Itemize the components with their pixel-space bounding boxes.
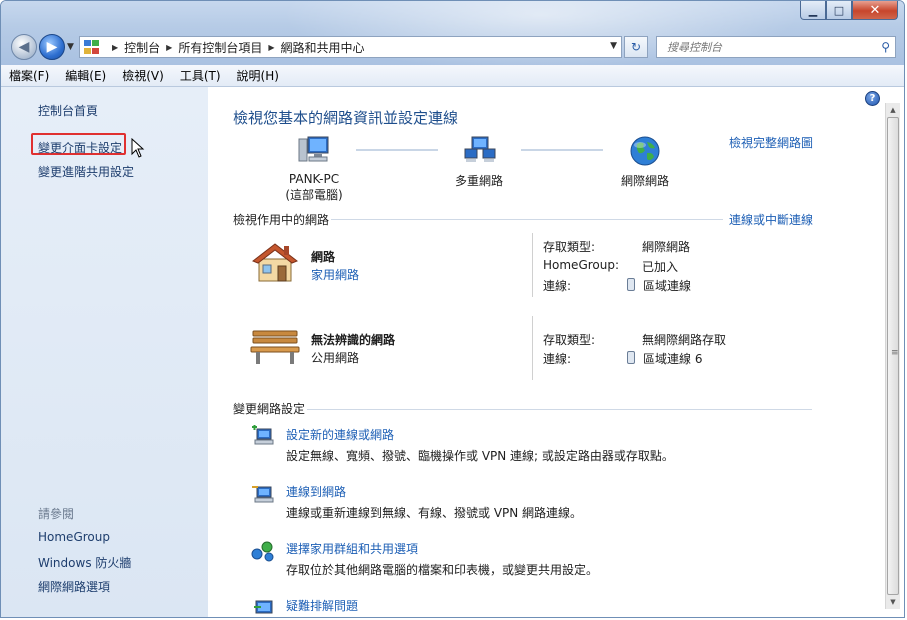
network-type-link[interactable]: 家用網路 [311,266,359,283]
section-divider [331,219,723,220]
close-icon: ✕ [869,2,881,18]
local-connection-link[interactable]: 區域連線 [627,277,691,294]
local-connection-6-text: 區域連線 6 [643,352,703,366]
breadcrumb-arrow-icon[interactable]: ▶ [112,43,118,52]
breadcrumb-arrow-icon[interactable]: ▶ [268,43,274,52]
mouse-cursor-icon [131,138,145,158]
node-this-computer: PANK-PC (這部電腦) [269,172,359,203]
minimize-button[interactable]: ▁ [800,1,826,20]
ethernet-icon [627,278,635,291]
caption-buttons: ▁ □ ✕ [800,1,898,20]
node-label: PANK-PC [288,172,340,186]
house-icon [252,243,298,282]
minimize-icon: ▁ [808,3,818,17]
breadcrumb-control-panel[interactable]: 控制台 [124,39,160,56]
control-panel-icon [84,40,100,54]
window: ▁ □ ✕ ◀ ▶ ▼ ▶ 控制台 ▶ 所有控制台項目 ▶ 網路和共用中心 ▼ … [0,0,905,618]
page-title: 檢視您基本的網路資訊並設定連線 [233,109,459,127]
scroll-up-icon[interactable]: ▲ [886,103,900,117]
node-multiple-networks: 多重網路 [434,172,524,189]
access-type-label: 存取類型: [543,240,596,254]
connect-to-network-link[interactable]: 連線到網路 [286,483,346,500]
homegroup-label: HomeGroup: [543,258,620,272]
node-internet: 網際網路 [600,172,690,189]
network-type: 公用網路 [311,351,360,365]
arrow-right-icon: ▶ [46,39,58,55]
back-button[interactable]: ◀ [11,34,37,60]
park-bench-icon [250,330,300,364]
access-type-value: 網際網路 [642,240,691,254]
homegroup-joined-link[interactable]: 已加入 [642,258,678,275]
internet-options-link[interactable]: 網際網路選項 [38,578,110,595]
connect-network-icon [252,486,274,503]
column-divider [532,233,533,297]
computer-icon [298,136,329,162]
view-full-map-link[interactable]: 檢視完整網路圖 [729,134,813,151]
change-settings-heading: 變更網路設定 [233,402,306,416]
search-box[interactable]: ⚲ [656,36,896,58]
scroll-down-icon[interactable]: ▼ [886,595,900,609]
globe-icon [630,136,660,166]
refresh-icon: ↻ [630,40,642,54]
access-type-label: 存取類型: [543,333,596,347]
local-connection-6-link[interactable]: 區域連線 6 [627,350,702,367]
maximize-button[interactable]: □ [826,1,852,20]
breadcrumb-arrow-icon[interactable]: ▶ [166,43,172,52]
breadcrumb-all-items[interactable]: 所有控制台項目 [178,39,262,56]
homegroup-icon [251,541,274,562]
task-description: 連線或重新連線到無線、有線、撥號或 VPN 網路連線。 [286,506,583,520]
breadcrumb-network-center[interactable]: 網路和共用中心 [281,39,365,56]
network-name: 無法辨識的網路 [311,333,396,347]
setup-new-connection-link[interactable]: 設定新的連線或網路 [286,426,394,443]
windows-firewall-link[interactable]: Windows 防火牆 [38,554,131,571]
task-description: 存取位於其他網路電腦的檔案和印表機，或變更共用設定。 [286,563,599,577]
menu-edit[interactable]: 編輯(E) [57,67,114,84]
menu-tools[interactable]: 工具(T) [172,67,229,84]
scroll-thumb[interactable]: ≡ [887,117,899,595]
homegroup-sharing-options-link[interactable]: 選擇家用群組和共用選項 [286,540,418,557]
local-connection-text: 區域連線 [643,279,692,293]
troubleshoot-problems-link[interactable]: 疑難排解問題 [286,597,358,614]
arrow-left-icon: ◀ [18,39,30,55]
close-button[interactable]: ✕ [852,1,898,20]
maximize-icon: □ [833,3,845,17]
network-name: 網路 [311,250,336,264]
connection-label: 連線: [543,352,572,366]
refresh-button[interactable]: ↻ [624,36,648,58]
node-label: 多重網路 [454,174,503,188]
active-networks-heading: 檢視作用中的網路 [233,213,330,227]
address-dropdown-icon[interactable]: ▼ [610,41,617,51]
troubleshoot-icon [254,600,273,614]
multiple-networks-icon [464,136,496,162]
change-adapter-settings-link[interactable]: 變更介面卡設定 [38,139,122,156]
search-icon[interactable]: ⚲ [881,40,890,54]
menu-file[interactable]: 檔案(F) [1,67,57,84]
connection-label: 連線: [543,279,572,293]
node-sublabel: (這部電腦) [285,188,343,202]
connection-line [356,149,438,151]
chevron-down-icon: ▼ [67,42,74,52]
access-type-value: 無網際網路存取 [642,333,727,347]
connection-line [521,149,603,151]
forward-button[interactable]: ▶ [39,34,65,60]
new-connection-icon [252,425,274,445]
homegroup-link[interactable]: HomeGroup [38,530,110,544]
task-description: 設定無線、寬頻、撥號、臨機操作或 VPN 連線; 或設定路由器或存取點。 [286,449,674,463]
help-icon[interactable]: ? [865,91,880,106]
vertical-scrollbar[interactable]: ▲ ≡ ▼ [885,103,900,609]
recent-pages-dropdown[interactable]: ▼ [67,42,74,52]
address-bar[interactable]: ▶ 控制台 ▶ 所有控制台項目 ▶ 網路和共用中心 ▼ [79,36,622,58]
menu-bar: 檔案(F) 編輯(E) 檢視(V) 工具(T) 說明(H) [1,65,904,87]
connect-disconnect-link[interactable]: 連線或中斷連線 [729,211,813,228]
menu-view[interactable]: 檢視(V) [114,67,172,84]
column-divider [532,316,533,380]
ethernet-icon [627,351,635,364]
menu-help[interactable]: 說明(H) [229,67,287,84]
change-advanced-sharing-link[interactable]: 變更進階共用設定 [38,163,134,180]
control-panel-home-link[interactable]: 控制台首頁 [38,102,98,119]
see-also-heading: 請參閱 [38,507,75,521]
section-divider [307,409,812,410]
node-label: 網際網路 [620,174,669,188]
search-input[interactable] [665,39,869,55]
